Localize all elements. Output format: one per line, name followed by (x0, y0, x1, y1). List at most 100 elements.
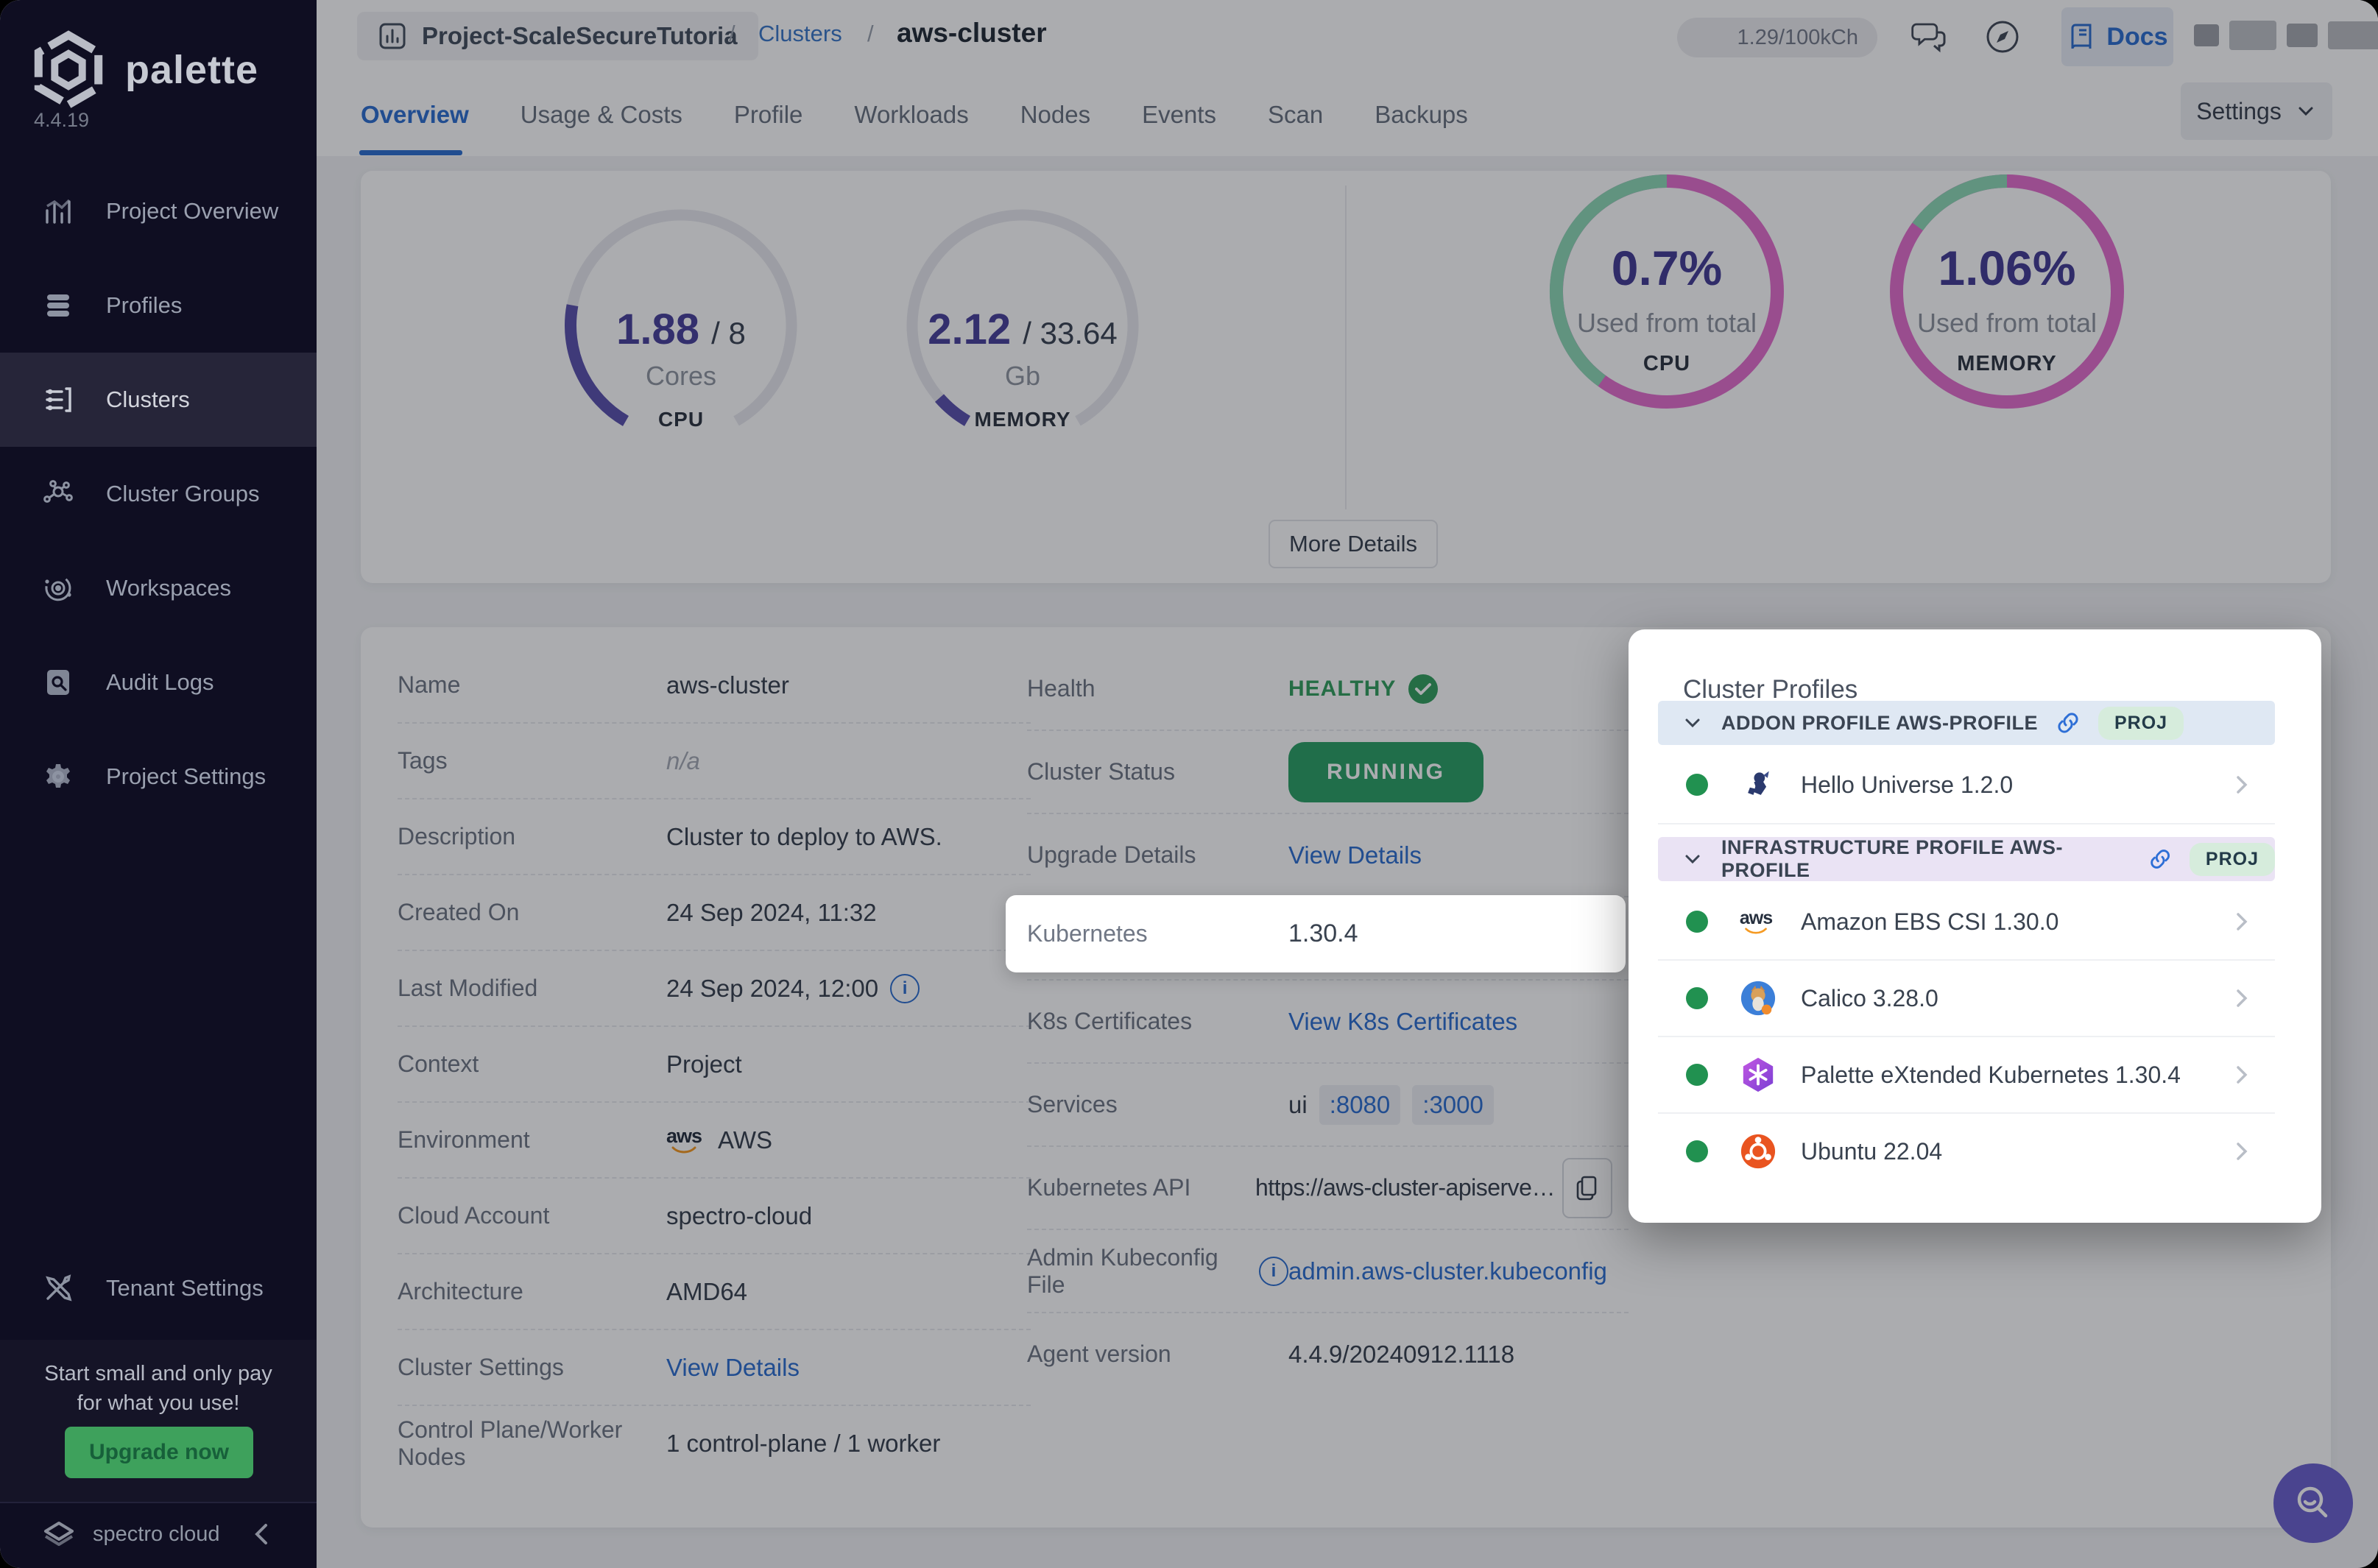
upgrade-view-details-link[interactable]: View Details (1288, 841, 1422, 869)
cpu-donut-value: 0.7% (1611, 241, 1723, 295)
gear-icon (41, 760, 75, 794)
chevron-right-icon (2237, 1143, 2248, 1160)
infrastructure-profile-section-header[interactable]: INFRASTRUCTURE PROFILE AWS-PROFILE PROJ (1658, 836, 2275, 881)
tab-bar: Overview Usage & Costs Profile Workloads… (317, 74, 2378, 156)
memory-unit-label: Gb (1004, 361, 1041, 391)
collapse-sidebar-icon[interactable] (246, 1518, 278, 1550)
cpu-used-value: 1.88 (616, 306, 700, 353)
memory-donut-title: MEMORY (1957, 352, 2057, 375)
cluster-status-badge[interactable]: RUNNING (1288, 741, 1483, 802)
help-compass-icon[interactable] (1982, 16, 2023, 57)
chevron-down-icon (1685, 718, 1700, 728)
memory-used-value: 2.12 (928, 306, 1012, 353)
detail-row-architecture: Architecture AMD64 (398, 1254, 1031, 1330)
sidebar-item-project-settings[interactable]: Project Settings (0, 730, 317, 824)
tab-usage-costs[interactable]: Usage & Costs (519, 101, 684, 129)
search-fab-button[interactable] (2273, 1463, 2353, 1543)
cpu-gauge-title: CPU (657, 408, 705, 431)
addon-profile-section-header[interactable]: ADDON PROFILE AWS-PROFILE PROJ (1658, 701, 2275, 745)
tab-profile[interactable]: Profile (733, 101, 805, 129)
detail-row-cloud-account: Cloud Account spectro-cloud (398, 1179, 1031, 1254)
cpu-total-value: / 8 (711, 316, 746, 350)
docs-button[interactable]: Docs (2061, 7, 2173, 66)
chevron-right-icon (2237, 989, 2248, 1007)
usage-card: 1.88 / 8 Cores CPU 2.12 / 33.64 Gb MEMOR… (361, 171, 2331, 583)
chevron-right-icon (2237, 913, 2248, 930)
pack-status-dot (1686, 1140, 1708, 1162)
profile-pack-hello-universe[interactable]: Hello Universe 1.2.0 (1658, 746, 2275, 824)
layers-icon (41, 289, 75, 322)
cpu-gauge: 1.88 / 8 Cores CPU (556, 200, 806, 451)
copy-icon[interactable] (1562, 1157, 1612, 1218)
topbar: Project-ScaleSecureTutoria / Clusters / … (317, 0, 2378, 74)
detail-row-upgrade-details: Upgrade Details View Details (1027, 814, 1629, 897)
memory-gauge: 2.12 / 33.64 Gb MEMORY (897, 200, 1148, 451)
tab-workloads[interactable]: Workloads (853, 101, 970, 129)
sidebar-item-tenant-settings[interactable]: Tenant Settings (0, 1241, 317, 1335)
pack-status-dot (1686, 774, 1708, 796)
view-k8s-certificates-link[interactable]: View K8s Certificates (1288, 1008, 1517, 1036)
server-icon (41, 383, 75, 417)
tools-icon (41, 1271, 75, 1305)
sidebar-item-audit-logs[interactable]: Audit Logs (0, 635, 317, 730)
cluster-profiles-title: Cluster Profiles (1683, 675, 1858, 704)
cpu-donut-title: CPU (1643, 352, 1691, 375)
sidebar-item-cluster-groups[interactable]: Cluster Groups (0, 447, 317, 541)
memory-gauge-title: MEMORY (974, 408, 1071, 431)
breadcrumb-clusters-link[interactable]: Clusters (758, 21, 842, 47)
chat-icon[interactable] (1907, 16, 1948, 57)
detail-row-created-on: Created On 24 Sep 2024, 11:32 (398, 875, 1031, 951)
tab-backups[interactable]: Backups (1373, 101, 1470, 129)
detail-row-description: Description Cluster to deploy to AWS. (398, 799, 1031, 875)
tab-overview[interactable]: Overview (359, 101, 470, 129)
profile-pack-ubuntu[interactable]: Ubuntu 22.04 (1658, 1114, 2275, 1189)
check-circle-icon (1408, 674, 1439, 704)
cpu-donut: 0.7% Used from total CPU (1542, 166, 1792, 417)
profile-pack-amazon-ebs-csi[interactable]: aws Amazon EBS CSI 1.30.0 (1658, 884, 2275, 961)
detail-row-cluster-settings: Cluster Settings View Details (398, 1330, 1031, 1406)
upgrade-promo: Start small and only pay for what you us… (0, 1340, 317, 1502)
detail-row-environment: Environment aws AWS (398, 1103, 1031, 1179)
ubuntu-icon (1739, 1132, 1777, 1170)
proj-scope-badge: PROJ (2189, 842, 2275, 876)
settings-button[interactable]: Settings (2181, 82, 2332, 140)
cpu-donut-caption: Used from total (1576, 308, 1757, 338)
upgrade-now-button[interactable]: Upgrade now (65, 1427, 253, 1478)
info-icon[interactable]: i (1259, 1256, 1288, 1286)
cluster-settings-view-details-link[interactable]: View Details (666, 1354, 800, 1382)
sidebar-item-clusters[interactable]: Clusters (0, 353, 317, 447)
palette-logo: palette (28, 29, 258, 110)
link-icon (2058, 713, 2078, 733)
sidebar-item-profiles[interactable]: Profiles (0, 258, 317, 353)
book-icon (2067, 22, 2096, 52)
breadcrumb-project[interactable]: Project-ScaleSecureTutoria (357, 12, 758, 60)
search-smile-icon (2297, 1486, 2328, 1518)
credits-badge[interactable]: 1.29/100kCh (1677, 18, 1877, 57)
profile-pack-palette-extended-kubernetes[interactable]: Palette eXtended Kubernetes 1.30.4 (1658, 1037, 2275, 1114)
service-port-3000-link[interactable]: :3000 (1412, 1084, 1494, 1125)
kubeconfig-download-link[interactable]: admin.aws-cluster.kubeconfig (1288, 1257, 1607, 1285)
palette-logo-icon (34, 30, 103, 110)
active-tab-underline (359, 150, 462, 155)
tab-scan[interactable]: Scan (1266, 101, 1324, 129)
detail-row-tags: Tags n/a (398, 724, 1031, 799)
more-details-button[interactable]: More Details (1269, 520, 1438, 568)
chevron-right-icon (2237, 1066, 2248, 1084)
info-icon[interactable]: i (890, 973, 920, 1003)
detail-row-name: Name aws-cluster (398, 648, 1031, 724)
app-version: 4.4.19 (34, 109, 90, 131)
sidebar-item-workspaces[interactable]: Workspaces (0, 541, 317, 635)
detail-row-nodes: Control Plane/Worker Nodes 1 control-plan… (398, 1416, 941, 1470)
sidebar-item-project-overview[interactable]: Project Overview (0, 164, 317, 258)
chevron-right-icon (2237, 776, 2248, 794)
pack-status-dot (1686, 911, 1708, 933)
link-icon (2150, 850, 2170, 869)
card-divider (1345, 186, 1347, 509)
tab-nodes[interactable]: Nodes (1019, 101, 1092, 129)
redacted-account-area (2194, 21, 2378, 50)
detail-row-context: Context Project (398, 1027, 1031, 1103)
service-port-8080-link[interactable]: :8080 (1319, 1084, 1401, 1125)
sidebar-footer: spectro cloud (0, 1502, 317, 1568)
profile-pack-calico[interactable]: Calico 3.28.0 (1658, 961, 2275, 1037)
tab-events[interactable]: Events (1140, 101, 1218, 129)
